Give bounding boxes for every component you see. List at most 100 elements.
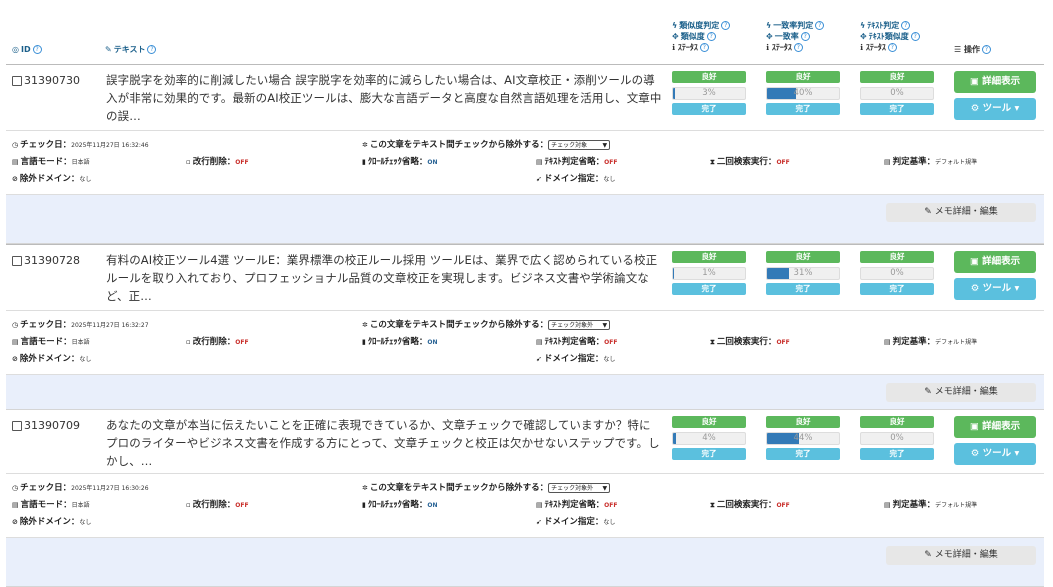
help-icon[interactable]: ? [793, 43, 803, 52]
language-icon: ▤ [12, 338, 19, 346]
ban-icon: ⊘ [12, 518, 18, 526]
help-icon[interactable]: ? [910, 32, 920, 41]
record: 31390709 あなたの文章が本当に伝えたいことを正確に表現できているか、文章… [6, 410, 1044, 587]
bolt-icon: ϟ [766, 21, 772, 30]
record-main-row: 31390730 誤字脱字を効率的に削減したい場合 誤字脱字を効率的に減らしたい… [6, 65, 1044, 131]
language-icon: ▤ [12, 501, 19, 509]
record-info: ◷ チェック日：2025年11月27日 16:30:26 ✲ この文章をテキスト間チ… [6, 474, 1044, 538]
language-mode: ▤ 言語モード：日本語 [12, 500, 90, 510]
help-icon[interactable]: ? [815, 21, 825, 30]
tool-dropdown-button[interactable]: ⚙ ツール ▾ [954, 98, 1036, 120]
help-icon[interactable]: ? [800, 32, 810, 41]
progress-label: 3% [702, 88, 716, 98]
clock-icon: ◷ [12, 141, 19, 149]
memo-area: ✎ メモ詳細・編集 [6, 195, 1044, 244]
cogs-icon: ⚙ [970, 283, 980, 294]
detail-button[interactable]: ▣ 詳細表示 [954, 416, 1036, 438]
match-status-badge: 完了 [766, 103, 840, 115]
judge-criteria: ▤ 判定基準：デフォルト規準 [884, 157, 978, 167]
select-checkbox[interactable] [12, 420, 22, 431]
help-icon[interactable]: ? [32, 45, 42, 54]
ban-icon: ⊘ [12, 355, 18, 363]
record-list: 31390730 誤字脱字を効率的に削減したい場合 誤字脱字を効率的に減らしたい… [6, 65, 1044, 587]
progress-label: 44% [793, 433, 813, 443]
progress-label: 0% [890, 88, 904, 98]
record-info: ◷ チェック日：2025年11月27日 16:32:46 ✲ この文章をテキスト間チ… [6, 131, 1044, 195]
record-text[interactable]: 誤字脱字を効率的に削減したい場合 誤字脱字を効率的に減らしたい場合は、AI文章校… [106, 71, 662, 125]
exclude-select[interactable]: チェック対象外 ▼ [548, 482, 611, 493]
domain-spec: ➹ ドメイン指定：なし [536, 174, 616, 184]
similarity-status-badge: 完了 [672, 103, 746, 115]
memo-edit-button[interactable]: ✎ メモ詳細・編集 [886, 203, 1036, 222]
judge-criteria: ▤ 判定基準：デフォルト規準 [884, 337, 978, 347]
info-icon: ℹ [766, 43, 770, 52]
match-judge-badge: 良好 [766, 71, 840, 83]
database-icon: ▮ [362, 338, 366, 346]
textjudge-status: 良好 0% 完了 [860, 71, 934, 115]
bolt-icon: ϟ [672, 21, 678, 30]
text-judge-skip: ▤ ﾃｷｽﾄ判定省略：OFF [536, 500, 618, 510]
paragraph-icon: ▫ [186, 158, 191, 166]
domain-spec: ➹ ドメイン指定：なし [536, 354, 616, 364]
progress-label: 4% [702, 433, 716, 443]
pointer-icon: ➹ [536, 518, 542, 526]
record-text[interactable]: 有料のAI校正ツール4選 ツールE：業界標準の校正ルール採用 ツールEは、業界で… [106, 251, 662, 305]
briefcase-icon: ▣ [969, 76, 979, 87]
textjudge-status: 良好 0% 完了 [860, 416, 934, 460]
memo-edit-button[interactable]: ✎ メモ詳細・編集 [886, 546, 1036, 565]
record-info: ◷ チェック日：2025年11月27日 16:32:27 ✲ この文章をテキスト間チ… [6, 311, 1044, 375]
help-icon[interactable]: ? [699, 43, 709, 52]
match-status-badge: 完了 [766, 448, 840, 460]
help-icon[interactable]: ? [901, 21, 911, 30]
judge-criteria: ▤ 判定基準：デフォルト規準 [884, 500, 978, 510]
table-header: ◎ ID? ✎ テキスト? ϟ 類似度判定? ✥ 類似度? ℹ ｽﾃｰﾀｽ? ϟ 一致率判… [6, 0, 1044, 65]
gear-icon: ✲ [362, 484, 368, 492]
record-id-value: 31390728 [24, 254, 80, 267]
select-checkbox[interactable] [12, 255, 22, 266]
similarity-status: 良好 3% 完了 [672, 71, 746, 115]
edit-icon: ✎ [924, 387, 932, 397]
record-text[interactable]: あなたの文章が本当に伝えたいことを正確に表現できているか、文章チェックで確認して… [106, 416, 662, 470]
progress-label: 40% [793, 88, 813, 98]
tool-dropdown-button[interactable]: ⚙ ツール ▾ [954, 278, 1036, 300]
similarity-judge-badge: 良好 [672, 251, 746, 263]
record: 31390728 有料のAI校正ツール4選 ツールE：業界標準の校正ルール採用 … [6, 244, 1044, 410]
language-icon: ▤ [12, 158, 19, 166]
check-date: ◷ チェック日：2025年11月27日 16:32:27 [12, 320, 149, 330]
help-icon[interactable]: ? [721, 21, 731, 30]
help-icon[interactable]: ? [887, 43, 897, 52]
match-judge-badge: 良好 [766, 251, 840, 263]
help-icon[interactable]: ? [706, 32, 716, 41]
gear-icon: ✲ [362, 141, 368, 149]
memo-edit-button[interactable]: ✎ メモ詳細・編集 [886, 383, 1036, 402]
match-progress: 31% [766, 267, 840, 280]
exclude-select[interactable]: チェック対象外 ▼ [548, 319, 611, 330]
similarity-status-badge: 完了 [672, 283, 746, 295]
header-operations: ☰ 操作? [954, 44, 991, 55]
second-search: ⧗ 二回検索実行：OFF [710, 500, 790, 510]
record-main-row: 31390709 あなたの文章が本当に伝えたいことを正確に表現できているか、文章… [6, 410, 1044, 474]
header-id: ◎ ID? [12, 44, 42, 55]
match-status: 良好 40% 完了 [766, 71, 840, 115]
cogs-icon: ⚙ [970, 103, 980, 114]
excluded-domain: ⊘ 除外ドメイン：なし [12, 174, 92, 184]
exclude-setting: ✲ この文章をテキスト間チェックから除外する： チェック対象外 ▼ [362, 318, 611, 330]
help-icon[interactable]: ? [147, 45, 157, 54]
record: 31390730 誤字脱字を効率的に削減したい場合 誤字脱字を効率的に減らしたい… [6, 65, 1044, 244]
similarity-judge-badge: 良好 [672, 71, 746, 83]
linebreak-removal: ▫ 改行削除：OFF [186, 500, 249, 510]
textjudge-badge: 良好 [860, 416, 934, 428]
second-search: ⧗ 二回検索実行：OFF [710, 337, 790, 347]
hourglass-icon: ⧗ [710, 338, 715, 346]
caret-down-icon: ▾ [1014, 448, 1020, 459]
memo-area: ✎ メモ詳細・編集 [6, 538, 1044, 587]
select-checkbox[interactable] [12, 75, 22, 86]
exclude-select[interactable]: チェック対象 ▼ [548, 139, 611, 150]
detail-button[interactable]: ▣ 詳細表示 [954, 71, 1036, 93]
detail-button[interactable]: ▣ 詳細表示 [954, 251, 1036, 273]
crosshair-icon: ✥ [766, 32, 773, 41]
check-date: ◷ チェック日：2025年11月27日 16:32:46 [12, 140, 149, 150]
tool-dropdown-button[interactable]: ⚙ ツール ▾ [954, 443, 1036, 465]
help-icon[interactable]: ? [981, 45, 991, 54]
crosshair-icon: ✥ [860, 32, 867, 41]
